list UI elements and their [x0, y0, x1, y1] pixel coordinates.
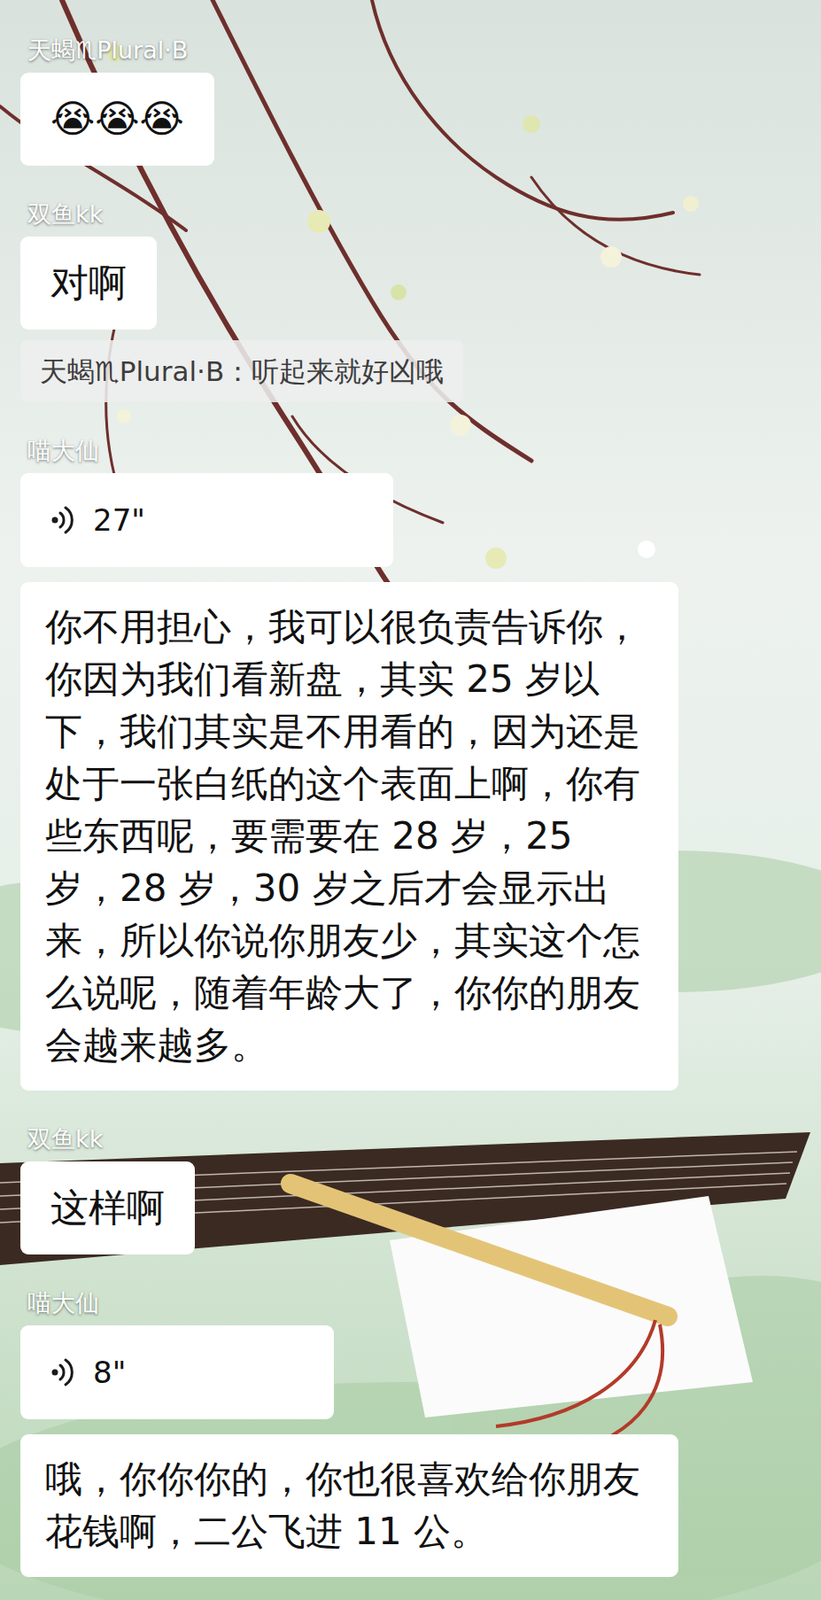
sender-name: 双鱼kk	[27, 1123, 103, 1155]
message: 喵大仙 27" 你不用担心，我可以很负责告诉你，你因为我们看新盘，其实 25 岁…	[20, 435, 821, 1091]
message: 双鱼kk 对啊 天蝎♏Plural·B：听起来就好凶哦	[20, 199, 821, 403]
voice-duration: 27"	[92, 502, 146, 538]
message-list: 天蝎♏Plural·B 😭😭😭 双鱼kk 对啊 天蝎♏Plural·B：听起来就…	[0, 0, 821, 1577]
quote-reply[interactable]: 天蝎♏Plural·B：听起来就好凶哦	[20, 340, 464, 403]
sender-name: 天蝎♏Plural·B	[27, 35, 188, 66]
message: 喵大仙 8" 哦，你你你的，你也很喜欢给你朋友花钱啊，二公飞进 11 公。	[20, 1287, 821, 1577]
text-bubble: 这样啊	[20, 1161, 195, 1255]
transcript-bubble: 哦，你你你的，你也很喜欢给你朋友花钱啊，二公飞进 11 公。	[20, 1433, 679, 1577]
transcript-bubble: 你不用担心，我可以很负责告诉你，你因为我们看新盘，其实 25 岁以下，我们其实是…	[20, 581, 679, 1091]
sender-name: 喵大仙	[27, 1287, 100, 1318]
text-bubble: 对啊	[20, 236, 157, 330]
message: 双鱼kk 这样啊	[20, 1123, 821, 1255]
text-bubble: 😭😭😭	[20, 72, 215, 166]
message: 天蝎♏Plural·B 😭😭😭	[20, 35, 821, 166]
sender-name: 双鱼kk	[27, 199, 103, 230]
voice-wave-icon	[50, 1356, 78, 1387]
voice-wave-icon	[50, 504, 78, 535]
voice-bubble[interactable]: 27"	[20, 472, 394, 567]
sender-name: 喵大仙	[27, 435, 100, 466]
voice-duration: 8"	[92, 1354, 126, 1390]
chat-screen: 天蝎♏Plural·B 😭😭😭 双鱼kk 对啊 天蝎♏Plural·B：听起来就…	[0, 0, 821, 1600]
voice-bubble[interactable]: 8"	[20, 1324, 334, 1419]
